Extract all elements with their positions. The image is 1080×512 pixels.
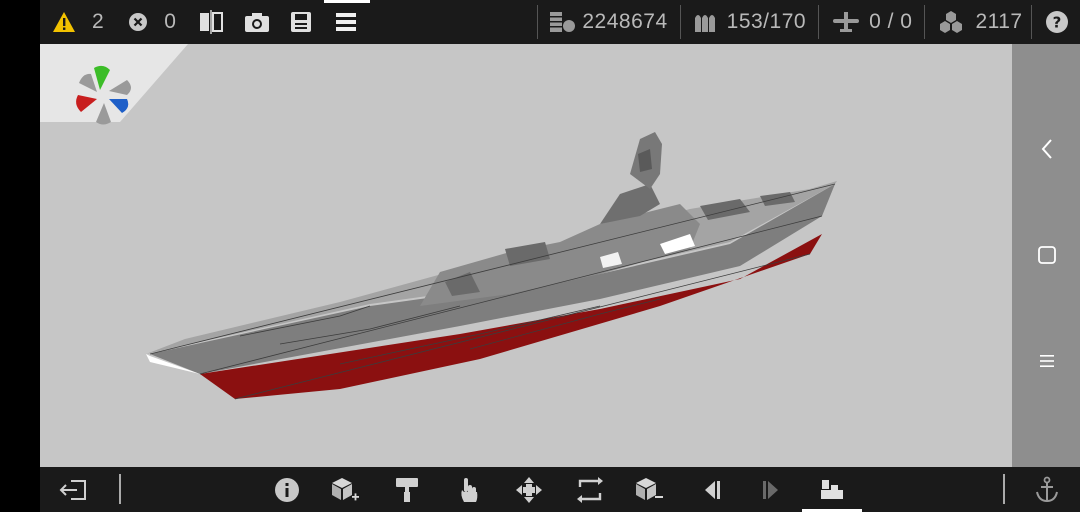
ammo-readout: 153/170 [693, 0, 806, 44]
select-hand-icon [461, 478, 478, 502]
add-block-icon [332, 478, 359, 501]
active-tab-indicator [324, 0, 370, 3]
paint-button[interactable] [392, 475, 422, 505]
system-navigation-panel [1012, 44, 1080, 467]
remove-block-icon [636, 478, 663, 500]
divider [1003, 474, 1005, 504]
nav-home-button[interactable] [1034, 242, 1060, 268]
aircraft-icon [833, 12, 860, 32]
save-button[interactable] [290, 0, 312, 44]
warnings-count: 2 [92, 10, 105, 33]
divider [924, 5, 926, 39]
parts-value: 2117 [975, 10, 1023, 33]
bottom-toolbar [40, 467, 1080, 512]
divider [1030, 5, 1032, 39]
svg-text:?: ? [1052, 14, 1061, 32]
add-block-button[interactable] [330, 475, 360, 505]
move-icon [516, 477, 542, 503]
build-mode-icon [821, 480, 843, 499]
anchor-button[interactable] [1032, 475, 1062, 505]
ship-viewport[interactable] [40, 44, 1012, 467]
displacement-readout: 2248674 [548, 0, 667, 44]
aircraft-value: 0 / 0 [869, 10, 913, 33]
mirror-icon [200, 10, 224, 34]
info-button[interactable] [272, 475, 302, 505]
warnings-indicator[interactable]: 2 [52, 0, 104, 44]
next-icon [763, 481, 778, 499]
select-hand-button[interactable] [454, 475, 484, 505]
info-icon [275, 478, 299, 502]
battleship-model [146, 132, 837, 400]
anchor-icon [1036, 476, 1058, 503]
next-button[interactable] [756, 475, 786, 505]
main-menu-button[interactable] [335, 0, 357, 44]
divider [679, 5, 681, 39]
displacement-icon [550, 12, 576, 32]
exit-icon [59, 480, 86, 500]
parts-icon [940, 11, 963, 33]
previous-icon [705, 481, 720, 499]
ammo-value: 153/170 [726, 10, 807, 33]
menu-icon [336, 13, 357, 31]
save-icon [291, 12, 312, 32]
menu-lines-icon [1040, 355, 1054, 367]
top-toolbar: 2 0 2248674 153/170 0 / 0 2117 ? [40, 0, 1080, 44]
screenshot-button[interactable] [244, 0, 270, 44]
rotate-button[interactable] [575, 475, 605, 505]
ammo-icon [694, 15, 715, 32]
build-mode-button[interactable] [817, 475, 847, 505]
exit-button[interactable] [58, 475, 88, 505]
divider [818, 5, 820, 39]
recent-apps-icon [1038, 246, 1056, 264]
paint-icon [396, 478, 418, 502]
errors-indicator[interactable]: 0 [128, 0, 176, 44]
move-button[interactable] [514, 475, 544, 505]
nav-menu-button[interactable] [1034, 348, 1060, 374]
errors-count: 0 [164, 10, 177, 33]
remove-block-button[interactable] [634, 475, 664, 505]
divider [119, 474, 121, 504]
divider [537, 5, 539, 39]
displacement-value: 2248674 [582, 10, 668, 33]
camera-icon [245, 13, 270, 32]
rotate-icon [577, 477, 603, 503]
parts-readout: 2117 [937, 0, 1022, 44]
error-icon [128, 12, 148, 32]
previous-button[interactable] [697, 475, 727, 505]
warning-icon [52, 11, 76, 33]
help-icon: ? [1045, 11, 1068, 33]
nav-back-button[interactable] [1034, 136, 1060, 162]
aircraft-readout: 0 / 0 [831, 0, 912, 44]
mirror-button[interactable] [198, 0, 224, 44]
help-button[interactable]: ? [1045, 0, 1069, 44]
back-icon [1041, 139, 1052, 159]
